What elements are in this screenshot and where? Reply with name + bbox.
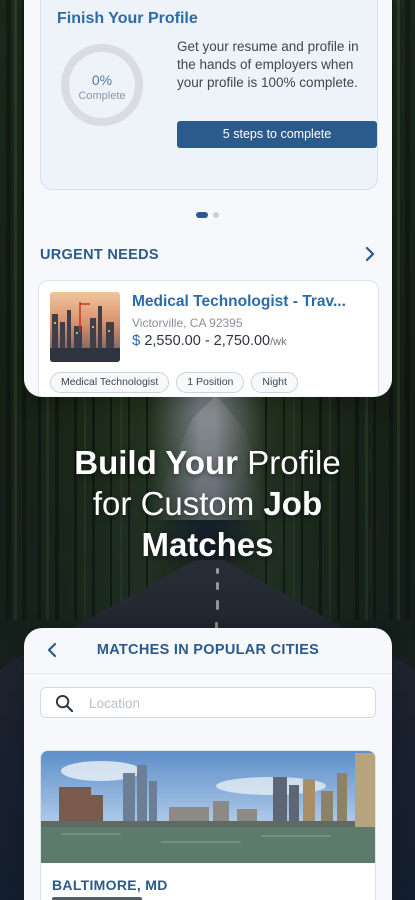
location-search-box[interactable]: [40, 687, 376, 718]
headline-bold-text: Matches: [141, 526, 274, 563]
finish-profile-panel: Finish Your Profile 0% Complete Get your…: [40, 0, 378, 190]
profile-and-urgent-card: Finish Your Profile 0% Complete Get your…: [24, 0, 392, 397]
currency-symbol: $: [132, 332, 141, 349]
progress-caption: Complete: [78, 90, 126, 102]
headline-text: for Custom: [92, 485, 264, 522]
carousel-dot[interactable]: [213, 212, 219, 218]
profile-title: Finish Your Profile: [57, 10, 198, 27]
headline-line-1: Build Your Profile: [0, 442, 415, 483]
city-skyline-image: [41, 751, 375, 863]
chevron-right-icon[interactable]: [360, 244, 380, 264]
job-title-link[interactable]: Medical Technologist - Trav...: [132, 293, 372, 311]
job-tags: Medical Technologist 1 Position Night: [50, 372, 298, 393]
carousel-indicator: [196, 212, 219, 218]
location-search-input[interactable]: [89, 694, 359, 713]
job-tag: Night: [251, 372, 298, 393]
profile-progress-ring: 0% Complete: [61, 44, 143, 126]
job-location: Victorville, CA 92395: [132, 316, 243, 330]
headline-line-2: for Custom Job: [0, 483, 415, 524]
urgent-needs-heading: URGENT NEEDS: [40, 247, 159, 263]
popular-cities-card: MATCHES IN POPULAR CITIES Location BALTI…: [24, 628, 392, 900]
popular-cities-header: MATCHES IN POPULAR CITIES: [24, 628, 392, 674]
headline-line-3: Matches: [0, 524, 415, 565]
headline-bold-text: Job: [263, 485, 323, 522]
headline-bold-text: Build Your: [74, 444, 239, 481]
carousel-dot-active[interactable]: [196, 212, 208, 218]
pay-range: 2,550.00 - 2,750.00: [144, 333, 271, 349]
urgent-job-card[interactable]: Medical Technologist - Trav... Victorvil…: [38, 280, 379, 396]
job-tag: 1 Position: [176, 372, 245, 393]
promo-headline: Build Your Profile for Custom Job Matche…: [0, 442, 415, 565]
city-card[interactable]: BALTIMORE, MD: [40, 750, 376, 900]
pay-unit: /wk: [270, 336, 287, 348]
search-icon: [55, 694, 74, 713]
city-name: BALTIMORE, MD: [52, 877, 168, 893]
progress-percent: 0%: [91, 72, 113, 88]
job-tag: Medical Technologist: [50, 372, 170, 393]
popular-cities-title: MATCHES IN POPULAR CITIES: [96, 642, 320, 658]
profile-description: Get your resume and profile in the hands…: [177, 39, 359, 90]
job-thumbnail: [50, 292, 120, 362]
steps-to-complete-button[interactable]: 5 steps to complete: [177, 121, 377, 148]
headline-text: Profile: [238, 444, 341, 481]
job-pay: $2,550.00 - 2,750.00/wk: [132, 332, 287, 349]
